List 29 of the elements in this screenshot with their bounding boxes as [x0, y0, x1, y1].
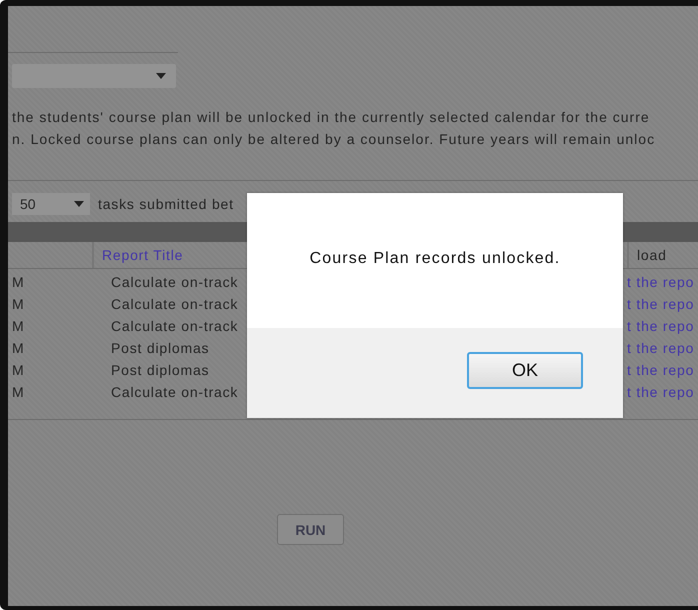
- table-cell: Post diplomas: [111, 340, 210, 356]
- table-cell-text: M: [11, 362, 24, 378]
- notice-text: n. Locked course plans can only be altered by a counselor. Future years will remain unloc: [12, 130, 656, 149]
- report-link[interactable]: t the repo: [627, 340, 694, 356]
- dialog-message: Course Plan records unlocked.: [310, 250, 560, 268]
- column-header[interactable]: Report Title: [102, 247, 184, 263]
- table-cell: Calculate on-track: [111, 384, 238, 400]
- table-cell-text: M: [11, 318, 24, 334]
- report-link[interactable]: t the repo: [627, 296, 694, 312]
- notice-text: the students' course plan will be unlocked in the currently selected calendar for the curre: [12, 108, 650, 127]
- caret-icon: [74, 201, 84, 207]
- report-link[interactable]: t the repo: [627, 362, 694, 378]
- table-cell: Calculate on-track: [111, 318, 238, 334]
- table-cell-text: M: [11, 340, 24, 356]
- table-cell: Post diplomas: [111, 362, 210, 378]
- page-size-dropdown[interactable]: 50: [12, 193, 90, 215]
- report-link[interactable]: t the repo: [627, 318, 694, 334]
- report-link[interactable]: t the repo: [627, 384, 694, 400]
- column-header: load: [637, 247, 667, 263]
- report-link[interactable]: t the repo: [627, 274, 694, 290]
- caret-icon: [156, 73, 166, 79]
- ok-button[interactable]: OK: [467, 352, 583, 389]
- table-cell-text: M: [11, 296, 24, 312]
- table-cell-text: M: [11, 384, 24, 400]
- table-cell-text: M: [11, 274, 24, 290]
- table-cell: Calculate on-track: [111, 296, 238, 312]
- table-cell: Calculate on-track: [111, 274, 238, 290]
- filter-label: tasks submitted bet: [98, 196, 234, 212]
- calendar-dropdown[interactable]: [12, 64, 176, 88]
